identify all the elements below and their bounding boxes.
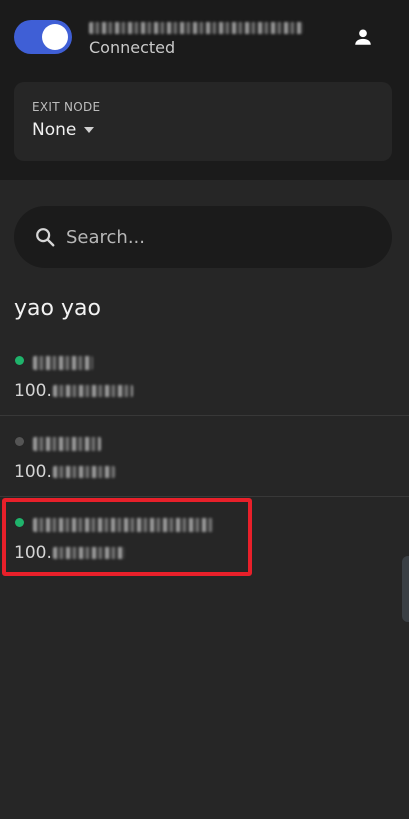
tailnet-name-redacted (89, 16, 303, 34)
vpn-toggle[interactable] (14, 20, 72, 54)
redacted-text (89, 22, 303, 34)
redacted-text (52, 385, 133, 397)
device-ip: 100. (14, 461, 115, 483)
device-name-redacted (33, 433, 101, 451)
edge-panel-handle[interactable] (402, 556, 409, 622)
exit-node-selector[interactable]: EXIT NODE None (14, 82, 392, 161)
device-ip-prefix: 100. (14, 381, 52, 401)
device-ip: 100. (14, 380, 133, 402)
device-ip: 100. (14, 542, 125, 564)
toggle-knob (42, 24, 68, 50)
search-bar[interactable] (14, 206, 392, 268)
exit-node-label: EXIT NODE (32, 100, 101, 114)
device-name-redacted (33, 352, 93, 370)
header-panel: Connected EXIT NODE None (0, 0, 409, 180)
device-ip-prefix: 100. (14, 462, 52, 482)
redacted-text (33, 436, 101, 451)
person-icon (355, 29, 371, 45)
owner-section-title: yao yao (14, 296, 101, 321)
offline-status-dot (15, 437, 24, 446)
connection-status: Connected (89, 38, 176, 57)
profile-button[interactable] (346, 20, 380, 54)
device-ip-prefix: 100. (14, 543, 52, 563)
redacted-text (52, 547, 125, 559)
redacted-text (33, 355, 93, 370)
exit-node-value: None (32, 120, 77, 140)
exit-node-value-row: None (32, 120, 95, 140)
device-name-redacted (33, 514, 213, 532)
device-row-2[interactable]: 100. (0, 416, 409, 496)
redacted-text (52, 466, 115, 478)
online-status-dot (15, 356, 24, 365)
search-input[interactable] (64, 225, 368, 249)
dropdown-caret-icon (84, 127, 95, 133)
redacted-text (33, 517, 213, 532)
device-row-3[interactable]: 100. (0, 497, 409, 577)
device-row-1[interactable]: 100. (0, 335, 409, 415)
search-icon (36, 228, 55, 247)
online-status-dot (15, 518, 24, 527)
